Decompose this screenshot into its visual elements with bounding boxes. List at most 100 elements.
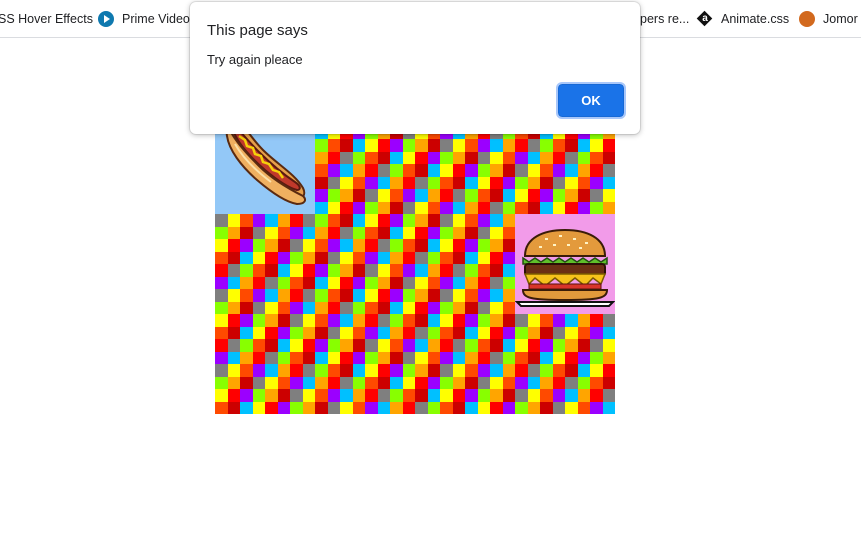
ok-button[interactable]: OK — [556, 82, 626, 119]
checker-cell — [577, 139, 590, 152]
checker-cell — [365, 226, 378, 239]
checker-cell — [527, 326, 540, 339]
checker-cell — [452, 264, 465, 277]
checker-cell — [227, 226, 240, 239]
checker-cell — [252, 364, 265, 377]
checker-cell — [540, 314, 553, 327]
checker-cell — [402, 314, 415, 327]
checker-cell — [302, 326, 315, 339]
checker-cell — [415, 276, 428, 289]
checker-cell — [502, 226, 515, 239]
checker-cell — [252, 214, 265, 227]
checker-cell — [302, 239, 315, 252]
checker-cell — [440, 176, 453, 189]
checker-cell — [440, 164, 453, 177]
checker-cell — [490, 226, 503, 239]
bookmark-prime-video[interactable]: Prime Video: — [98, 0, 193, 38]
checker-cell — [215, 326, 228, 339]
checker-cell — [565, 364, 578, 377]
checker-cell — [277, 264, 290, 277]
burger-tile[interactable] — [515, 214, 615, 314]
checker-cell — [290, 276, 303, 289]
checker-cell — [352, 189, 365, 202]
checker-cell — [502, 326, 515, 339]
checker-cell — [565, 339, 578, 352]
checker-cell — [515, 339, 528, 352]
bookmark-jomor[interactable]: Jomor I — [799, 0, 861, 38]
checker-cell — [415, 189, 428, 202]
checker-cell — [402, 139, 415, 152]
checker-cell — [377, 164, 390, 177]
checker-cell — [427, 189, 440, 202]
checker-cell — [477, 201, 490, 214]
checker-cell — [502, 376, 515, 389]
checker-cell — [440, 389, 453, 402]
checker-cell — [252, 301, 265, 314]
checker-cell — [240, 314, 253, 327]
checker-cell — [215, 239, 228, 252]
checker-cell — [527, 201, 540, 214]
checker-cell — [415, 289, 428, 302]
checker-cell — [540, 376, 553, 389]
checker-cell — [302, 314, 315, 327]
checker-cell — [515, 376, 528, 389]
checker-cell — [590, 176, 603, 189]
checker-cell — [452, 289, 465, 302]
checker-cell — [452, 214, 465, 227]
checker-cell — [452, 389, 465, 402]
checker-cell — [352, 326, 365, 339]
checker-cell — [602, 389, 615, 402]
checker-cell — [540, 364, 553, 377]
checker-cell — [415, 239, 428, 252]
checker-cell — [252, 289, 265, 302]
checker-cell — [327, 339, 340, 352]
bookmark-truncated[interactable]: pers re... — [640, 0, 689, 38]
checker-cell — [565, 176, 578, 189]
checker-cell — [215, 214, 228, 227]
checker-cell — [352, 226, 365, 239]
checker-cell — [502, 251, 515, 264]
browser-viewport: SS Hover Effects Prime Video: pers re...… — [0, 0, 861, 554]
checker-cell — [577, 189, 590, 202]
dialog-title: This page says — [207, 22, 308, 39]
checker-cell — [440, 401, 453, 414]
checker-cell — [402, 214, 415, 227]
checker-cell — [402, 351, 415, 364]
checker-cell — [390, 276, 403, 289]
checker-cell — [577, 339, 590, 352]
checker-cell — [340, 264, 353, 277]
checker-cell — [440, 364, 453, 377]
checker-cell — [302, 376, 315, 389]
checker-cell — [402, 264, 415, 277]
checker-cell — [252, 226, 265, 239]
checker-cell — [390, 201, 403, 214]
checker-cell — [290, 351, 303, 364]
bookmark-hover-effects[interactable]: SS Hover Effects — [0, 0, 93, 38]
checker-cell — [240, 264, 253, 277]
checker-cell — [352, 151, 365, 164]
checker-cell — [402, 164, 415, 177]
checker-cell — [352, 164, 365, 177]
checker-cell — [477, 139, 490, 152]
checker-cell — [290, 364, 303, 377]
checker-cell — [402, 276, 415, 289]
checker-cell — [302, 214, 315, 227]
checker-cell — [227, 289, 240, 302]
checker-cell — [590, 151, 603, 164]
checker-cell — [227, 239, 240, 252]
checker-cell — [427, 326, 440, 339]
checker-cell — [415, 314, 428, 327]
checker-cell — [290, 239, 303, 252]
checker-cell — [415, 214, 428, 227]
checker-cell — [477, 151, 490, 164]
checker-cell — [227, 264, 240, 277]
checker-cell — [465, 364, 478, 377]
checker-cell — [215, 314, 228, 327]
checker-cell — [340, 214, 353, 227]
checker-cell — [265, 289, 278, 302]
checker-cell — [440, 314, 453, 327]
checker-cell — [365, 339, 378, 352]
bookmark-animate-css[interactable]: a Animate.css — [697, 0, 789, 38]
checker-cell — [565, 189, 578, 202]
checker-cell — [315, 139, 328, 152]
